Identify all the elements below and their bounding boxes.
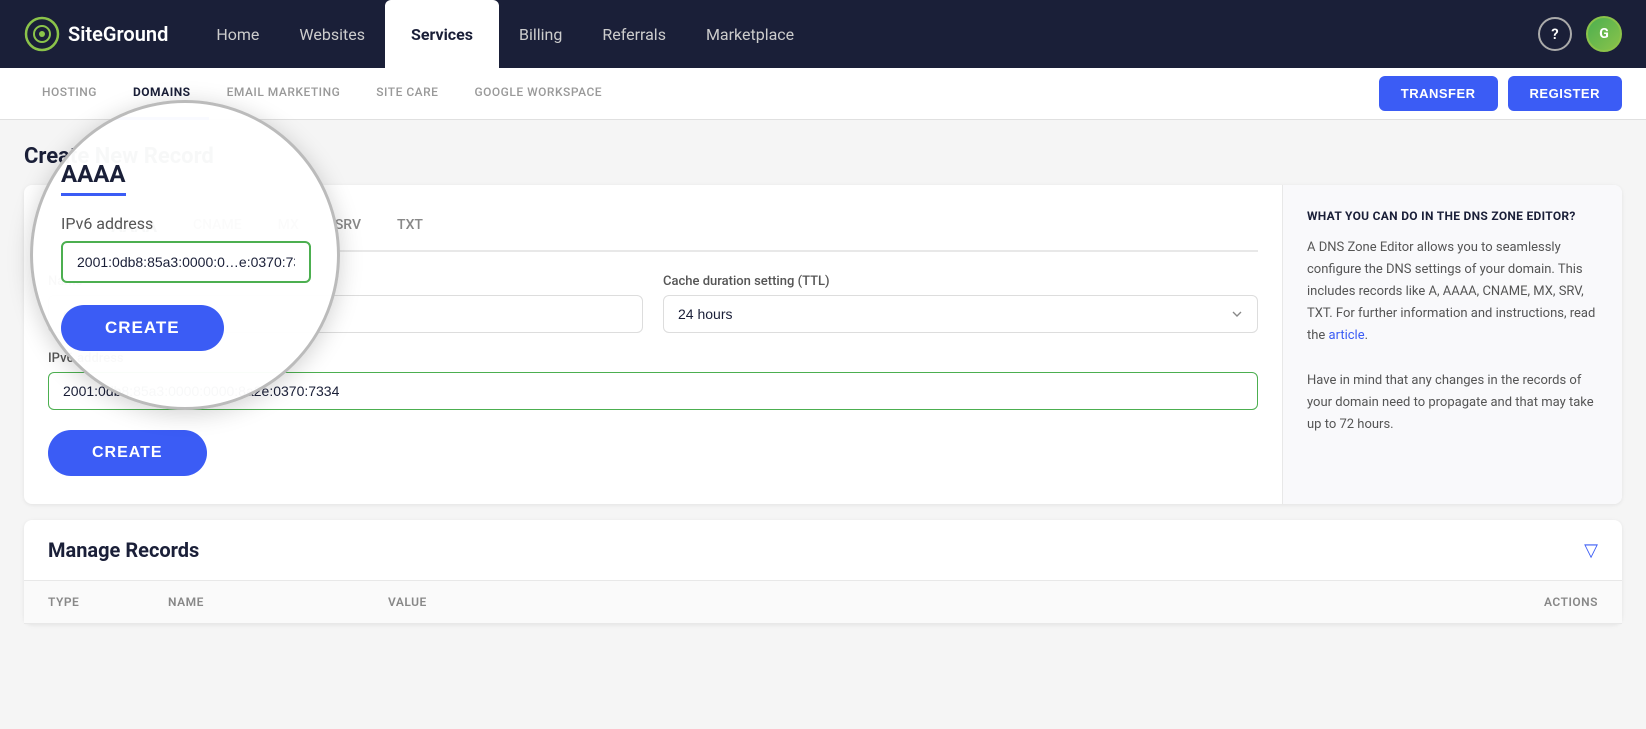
manage-records-header: Manage Records ▽ [24,520,1622,581]
tab-txt[interactable]: TXT [379,205,441,252]
register-button[interactable]: REGISTER [1508,76,1622,111]
magnifier-create-button[interactable]: CREATE [61,305,224,351]
logo-area[interactable]: SiteGround [24,16,168,52]
nav-item-billing[interactable]: Billing [499,0,582,68]
logo-text: SiteGround [68,22,168,46]
transfer-button[interactable]: TRANSFER [1379,76,1498,111]
question-icon: ? [1551,25,1558,43]
info-title: WHAT YOU CAN DO IN THE DNS ZONE EDITOR? [1307,209,1598,223]
info-body: A DNS Zone Editor allows you to seamless… [1307,237,1598,436]
nav-item-marketplace[interactable]: Marketplace [686,0,814,68]
sub-nav-item-google-workspace[interactable]: GOOGLE WORKSPACE [456,68,620,120]
avatar-icon: G [1599,26,1609,42]
nav-item-referrals[interactable]: Referrals [582,0,686,68]
table-header-type: Type [48,595,168,609]
filter-icon[interactable]: ▽ [1584,540,1598,561]
user-avatar[interactable]: G [1586,16,1622,52]
siteground-logo-icon [24,16,60,52]
manage-records-title: Manage Records [48,538,199,562]
main-content: Create New Record A AAAA CNAME MX SRV TX… [0,120,1646,624]
magnifier-field-label: IPv6 address [61,214,153,233]
nav-items: Home Websites Services Billing Referrals… [196,0,1530,68]
sub-nav-item-site-care[interactable]: SITE CARE [358,68,456,120]
magnifier-overlay: AAAA IPv6 address CREATE [30,100,340,410]
info-article-link[interactable]: article [1329,328,1365,343]
table-header-value: Value [388,595,1458,609]
create-button[interactable]: CREATE [48,430,207,476]
magnifier-ipv6-input[interactable] [61,241,311,283]
dns-info-panel: WHAT YOU CAN DO IN THE DNS ZONE EDITOR? … [1282,185,1622,504]
cache-group: Cache duration setting (TTL) 5 minutes 3… [663,274,1258,333]
table-header-name: Name [168,595,388,609]
nav-item-websites[interactable]: Websites [279,0,385,68]
cache-select[interactable]: 5 minutes 30 minutes 1 hour 4 hours 12 h… [663,295,1258,333]
cache-label: Cache duration setting (TTL) [663,274,1258,289]
top-nav: SiteGround Home Websites Services Billin… [0,0,1646,68]
nav-item-services[interactable]: Services [385,0,499,68]
table-header-row: Type Name Value Actions [24,581,1622,624]
table-header-actions: Actions [1458,595,1598,609]
manage-records-section: Manage Records ▽ Type Name Value Actions [24,520,1622,624]
sub-nav-item-hosting[interactable]: HOSTING [24,68,115,120]
magnifier-tab-label: AAAA [61,160,126,196]
nav-item-home[interactable]: Home [196,0,279,68]
info-text-dot: . [1365,328,1368,343]
nav-right: ? G [1538,16,1622,52]
help-button[interactable]: ? [1538,17,1572,51]
info-text-3: Have in mind that any changes in the rec… [1307,373,1594,432]
sub-nav-actions: TRANSFER REGISTER [1379,76,1622,111]
